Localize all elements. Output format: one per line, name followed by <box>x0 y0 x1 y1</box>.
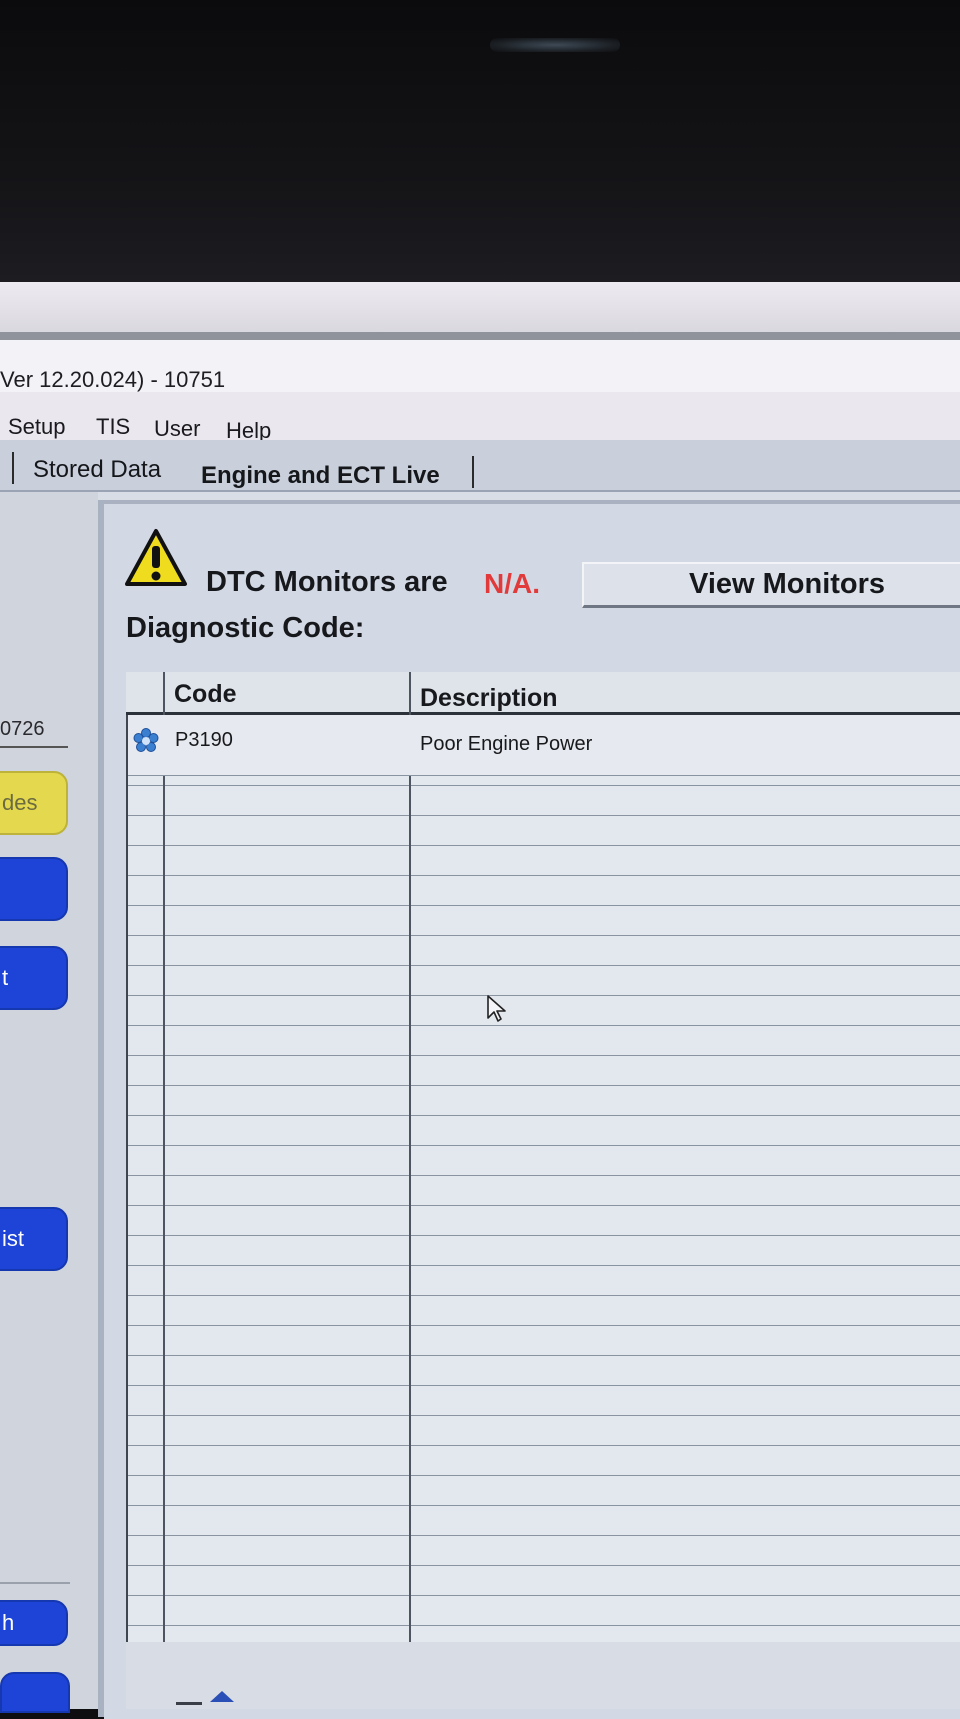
view-monitors-button[interactable]: View Monitors <box>582 562 960 608</box>
dtc-status-icon <box>132 727 160 760</box>
sidebar-button-list[interactable]: ist <box>0 1207 68 1271</box>
column-divider <box>409 672 411 1642</box>
diagnostic-code-label: Diagnostic Code: <box>126 612 365 644</box>
column-header-description[interactable]: Description <box>420 684 558 713</box>
warning-icon <box>124 528 188 593</box>
dtc-table <box>126 672 960 1642</box>
sidebar <box>0 492 98 1709</box>
mouse-cursor-icon <box>486 994 508 1029</box>
tab-stored-data[interactable]: Stored Data <box>33 456 161 484</box>
menu-tis[interactable]: TIS <box>96 414 130 440</box>
sidebar-button-6[interactable] <box>0 1672 70 1713</box>
view-monitors-label: View Monitors <box>689 568 886 600</box>
column-divider <box>163 672 165 1642</box>
toolbar-icon[interactable] <box>176 1688 274 1714</box>
sidebar-button-codes[interactable]: des <box>0 771 68 835</box>
monitor-reflection <box>490 38 620 52</box>
sidebar-value: 0726 <box>0 718 45 740</box>
row-code: P3190 <box>175 729 233 751</box>
column-header-code[interactable]: Code <box>174 680 237 709</box>
sidebar-button-2[interactable] <box>0 857 68 921</box>
tab-separator <box>472 456 474 488</box>
tab-engine-ect-live[interactable]: Engine and ECT Live <box>201 462 440 490</box>
row-description: Poor Engine Power <box>420 733 593 755</box>
sidebar-button-5[interactable]: h <box>0 1600 68 1646</box>
menu-setup[interactable]: Setup <box>8 414 66 440</box>
sidebar-separator <box>0 1582 70 1584</box>
tab-separator <box>12 452 14 484</box>
dtc-status-value: N/A. <box>484 568 540 599</box>
sidebar-button-3[interactable]: t <box>0 946 68 1010</box>
menu-bar <box>0 392 960 440</box>
menu-user[interactable]: User <box>154 416 200 442</box>
sidebar-value-underline <box>0 746 68 748</box>
screen-top <box>0 282 960 332</box>
window-title: Ver 12.20.024) - 10751 <box>0 367 226 392</box>
dtc-monitors-label: DTC Monitors are <box>206 566 448 598</box>
monitor-bezel <box>0 0 960 290</box>
window-border <box>0 332 960 340</box>
